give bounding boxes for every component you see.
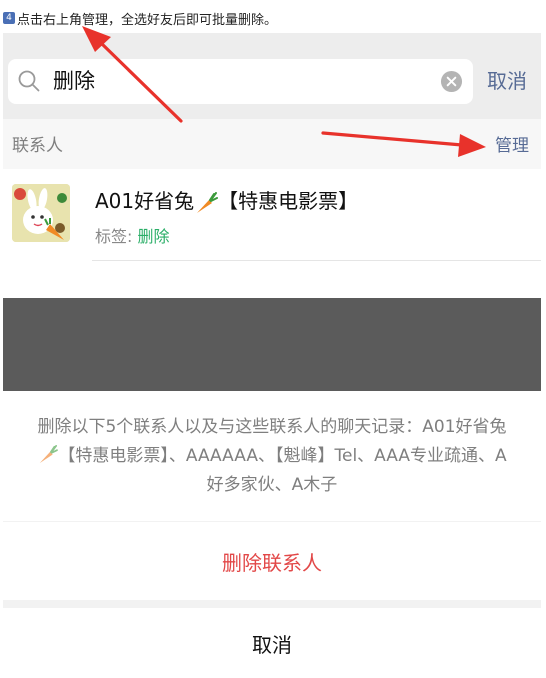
cancel-button[interactable]: 取消	[3, 608, 541, 678]
delete-contacts-button[interactable]: 删除联系人	[3, 522, 541, 600]
action-sheet: 删除以下5个联系人以及与这些联系人的聊天记录：A01好省兔 【特惠电影票】、AA…	[3, 391, 541, 678]
search-query: 删除	[53, 69, 95, 93]
manage-button[interactable]: 管理	[495, 119, 529, 169]
step-number-badge: 4	[3, 12, 15, 24]
contact-name: A01好省兔 【特惠电影票】	[95, 185, 358, 214]
contact-name-suffix: 【特惠电影票】	[218, 189, 359, 213]
phone-screen: 删除 取消 联系人 管理 A01好省兔 【特惠电影票】 标签: 删除 删除以下5…	[3, 33, 541, 678]
carrot-icon	[197, 191, 219, 213]
tutorial-caption: 4 点击右上角管理，全选好友后即可批量删除。	[3, 8, 277, 28]
tag-value: 删除	[137, 227, 170, 246]
avatar	[12, 184, 70, 242]
contacts-section-header: 联系人 管理	[3, 119, 541, 169]
message-text-part2: 【特惠电影票】、AAAAAA、【魁峰】Tel、AAA专业疏通、A好多家伙、A木子	[58, 445, 507, 495]
row-divider	[92, 260, 541, 261]
clear-icon[interactable]	[440, 70, 463, 93]
search-cancel-button[interactable]: 取消	[487, 59, 527, 104]
contact-row[interactable]: A01好省兔 【特惠电影票】 标签: 删除	[3, 169, 541, 261]
section-label: 联系人	[12, 136, 63, 156]
message-text-part1: 删除以下5个联系人以及与这些联系人的聊天记录：A01好省兔	[37, 416, 507, 437]
search-bar: 删除 取消	[3, 33, 541, 119]
contact-name-prefix: A01好省兔	[95, 189, 195, 213]
rabbit-avatar-icon	[12, 184, 70, 242]
search-icon	[18, 70, 40, 92]
search-input[interactable]: 删除	[8, 59, 473, 104]
tag-label: 标签:	[95, 227, 138, 246]
carrot-icon	[40, 444, 59, 463]
contact-tag: 标签: 删除	[95, 223, 170, 247]
delete-confirm-message: 删除以下5个联系人以及与这些联系人的聊天记录：A01好省兔 【特惠电影票】、AA…	[3, 391, 541, 521]
dim-overlay[interactable]	[3, 298, 541, 391]
tutorial-caption-text: 点击右上角管理，全选好友后即可批量删除。	[17, 12, 278, 28]
